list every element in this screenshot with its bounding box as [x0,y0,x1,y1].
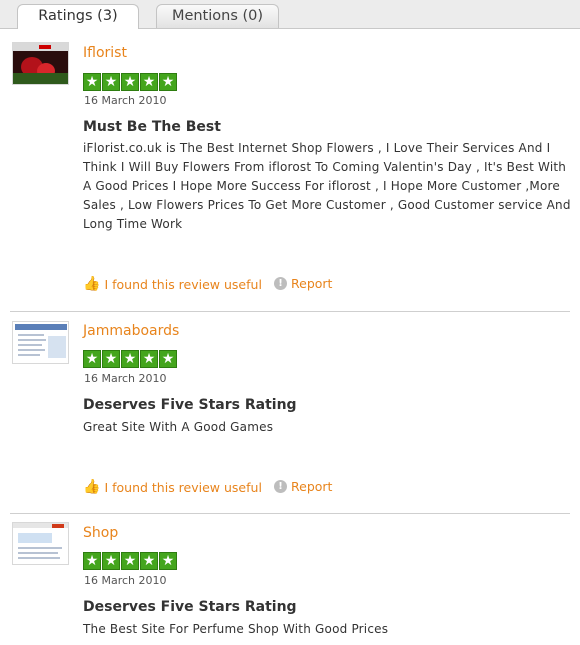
review-site-link[interactable]: Jammaboards [83,323,179,339]
star-icon: ★ [140,552,158,570]
tab-mentions[interactable]: Mentions (0) [156,4,279,28]
site-thumbnail[interactable] [12,321,69,364]
star-icon: ★ [121,350,139,368]
report-label: Report [291,479,333,494]
star-icon: ★ [121,552,139,570]
report-icon: ! [274,480,287,493]
review-body: Great Site With A Good Games [83,420,274,434]
review-body: The Best Site For Perfume Shop With Good… [83,622,389,636]
review-heading: Must Be The Best [83,119,221,135]
star-icon: ★ [83,73,101,91]
thumbs-up-icon: 👍 [83,479,101,495]
review-date: 16 March 2010 [84,574,167,587]
star-rating: ★ ★ ★ ★ ★ [83,73,177,92]
site-thumbnail[interactable] [12,522,69,565]
star-icon: ★ [159,73,177,91]
report-label: Report [291,276,333,291]
useful-label: I found this review useful [104,479,262,495]
site-thumbnail[interactable] [12,42,69,85]
star-icon: ★ [140,350,158,368]
report-icon: ! [274,277,287,290]
report-link[interactable]: ! Report [274,479,332,494]
review-date: 16 March 2010 [84,94,167,107]
star-icon: ★ [140,73,158,91]
star-icon: ★ [102,552,120,570]
useful-link[interactable]: 👍 I found this review useful [83,479,262,495]
useful-link[interactable]: 👍 I found this review useful [83,276,262,292]
star-rating: ★ ★ ★ ★ ★ [83,350,177,369]
star-icon: ★ [102,350,120,368]
review-site-link[interactable]: Shop [83,525,118,541]
review-site-link[interactable]: Iflorist [83,45,127,61]
report-link[interactable]: ! Report [274,276,332,291]
star-icon: ★ [83,552,101,570]
review-heading: Deserves Five Stars Rating [83,397,297,413]
tab-ratings[interactable]: Ratings (3) [17,4,139,29]
divider [10,513,570,514]
star-rating: ★ ★ ★ ★ ★ [83,552,177,571]
star-icon: ★ [121,73,139,91]
star-icon: ★ [102,73,120,91]
divider [10,311,570,312]
useful-label: I found this review useful [104,276,262,292]
review-body: iFlorist.co.uk is The Best Internet Shop… [83,141,571,231]
review-date: 16 March 2010 [84,372,167,385]
review-heading: Deserves Five Stars Rating [83,599,297,615]
star-icon: ★ [159,552,177,570]
star-icon: ★ [83,350,101,368]
star-icon: ★ [159,350,177,368]
thumbs-up-icon: 👍 [83,276,101,292]
tab-bar: Ratings (3) Mentions (0) [0,0,580,29]
